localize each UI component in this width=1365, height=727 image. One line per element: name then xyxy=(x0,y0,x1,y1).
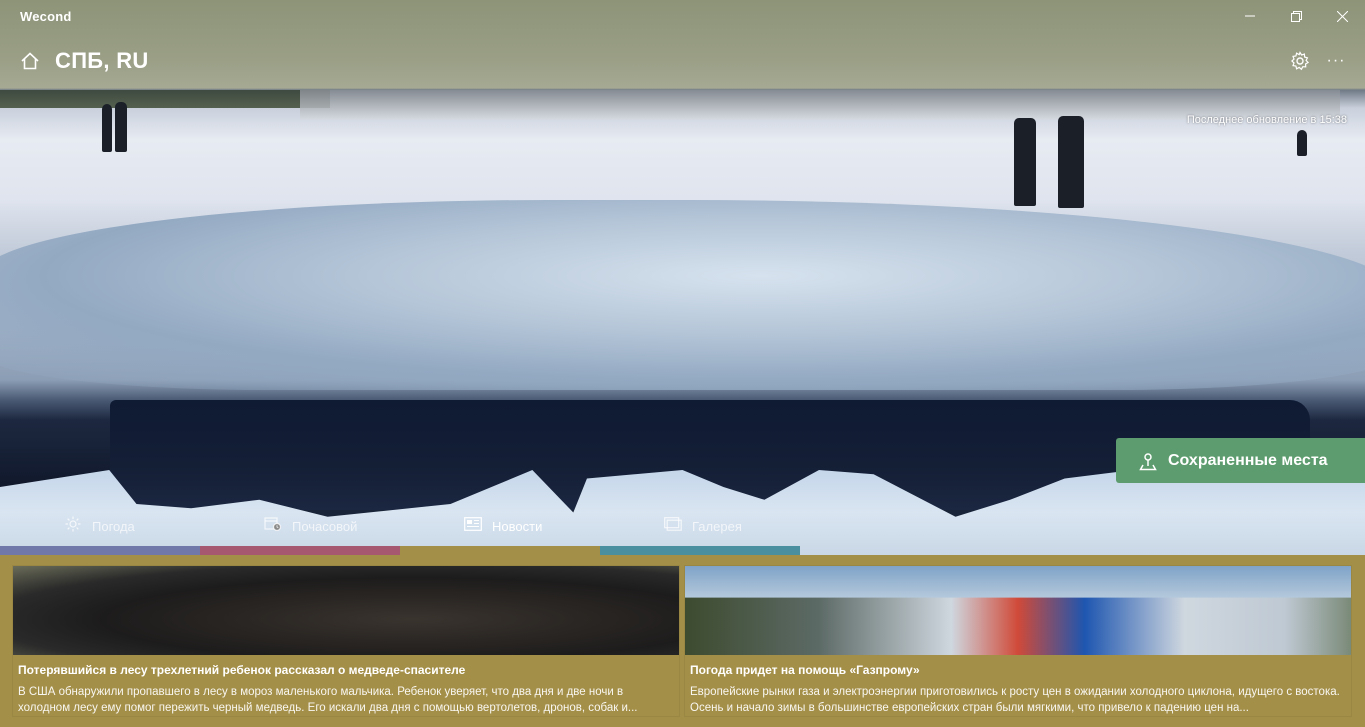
maximize-button[interactable] xyxy=(1273,0,1319,32)
tab-hourly[interactable]: Почасовой xyxy=(200,510,400,555)
close-icon xyxy=(1336,10,1348,22)
gallery-icon xyxy=(664,516,682,532)
close-button[interactable] xyxy=(1319,0,1365,32)
home-icon xyxy=(21,52,39,70)
embankment-buildings xyxy=(300,90,1340,120)
newspaper-icon xyxy=(464,516,482,532)
news-card[interactable]: Погода придет на помощь «Газпрому» Европ… xyxy=(684,565,1352,717)
tab-label: Погода xyxy=(92,519,135,534)
home-button[interactable] xyxy=(19,50,41,72)
header: СПБ, RU ··· xyxy=(0,32,1365,90)
location-pin-icon xyxy=(1138,451,1158,471)
ice-ridge xyxy=(0,200,1365,390)
title-bar: Wecond xyxy=(0,0,1365,32)
app-title: Wecond xyxy=(20,8,72,24)
bridge xyxy=(0,90,330,108)
news-title: Погода придет на помощь «Газпрому» xyxy=(690,663,920,677)
calendar-clock-icon xyxy=(264,516,282,532)
more-button[interactable]: ··· xyxy=(1325,50,1347,72)
news-title: Потерявшийся в лесу трехлетний ребенок р… xyxy=(18,663,466,677)
window-controls xyxy=(1227,0,1365,32)
tab-label: Новости xyxy=(492,519,543,534)
saved-places-button[interactable]: Сохраненные места xyxy=(1116,438,1365,483)
tab-news[interactable]: Новости xyxy=(400,510,600,555)
news-image xyxy=(13,566,679,655)
person xyxy=(102,104,112,152)
tab-weather[interactable]: Погода xyxy=(0,510,200,555)
tab-label: Галерея xyxy=(692,519,742,534)
saved-places-label: Сохраненные места xyxy=(1168,451,1328,469)
person xyxy=(1058,116,1084,208)
tab-gallery[interactable]: Галерея xyxy=(600,510,800,555)
settings-button[interactable] xyxy=(1289,50,1311,72)
person xyxy=(115,102,127,152)
restore-icon xyxy=(1290,10,1302,22)
news-summary: В США обнаружили пропавшего в лесу в мор… xyxy=(18,686,638,714)
tab-color-bar xyxy=(400,546,600,555)
gear-icon xyxy=(1291,51,1310,71)
tab-color-bar xyxy=(0,546,200,555)
minimize-button[interactable] xyxy=(1227,0,1273,32)
news-summary: Европейские рынки газа и электроэнергии … xyxy=(690,686,1340,714)
tab-label: Почасовой xyxy=(292,519,358,534)
tab-color-bar xyxy=(600,546,800,555)
city-title: СПБ, RU xyxy=(55,48,149,73)
last-update-text: Последнее обновление в 15:38 xyxy=(1186,114,1347,126)
minimize-icon xyxy=(1245,15,1255,17)
person xyxy=(1297,130,1307,156)
news-image xyxy=(685,566,1351,655)
news-list: Потерявшийся в лесу трехлетний ребенок р… xyxy=(12,565,1352,717)
tab-bar: Погода Почасовой Новости Галерея xyxy=(0,510,800,555)
sun-icon xyxy=(64,516,82,532)
ellipsis-icon: ··· xyxy=(1326,52,1346,69)
tab-color-bar xyxy=(200,546,400,555)
news-card[interactable]: Потерявшийся в лесу трехлетний ребенок р… xyxy=(12,565,680,717)
person xyxy=(1014,118,1036,206)
